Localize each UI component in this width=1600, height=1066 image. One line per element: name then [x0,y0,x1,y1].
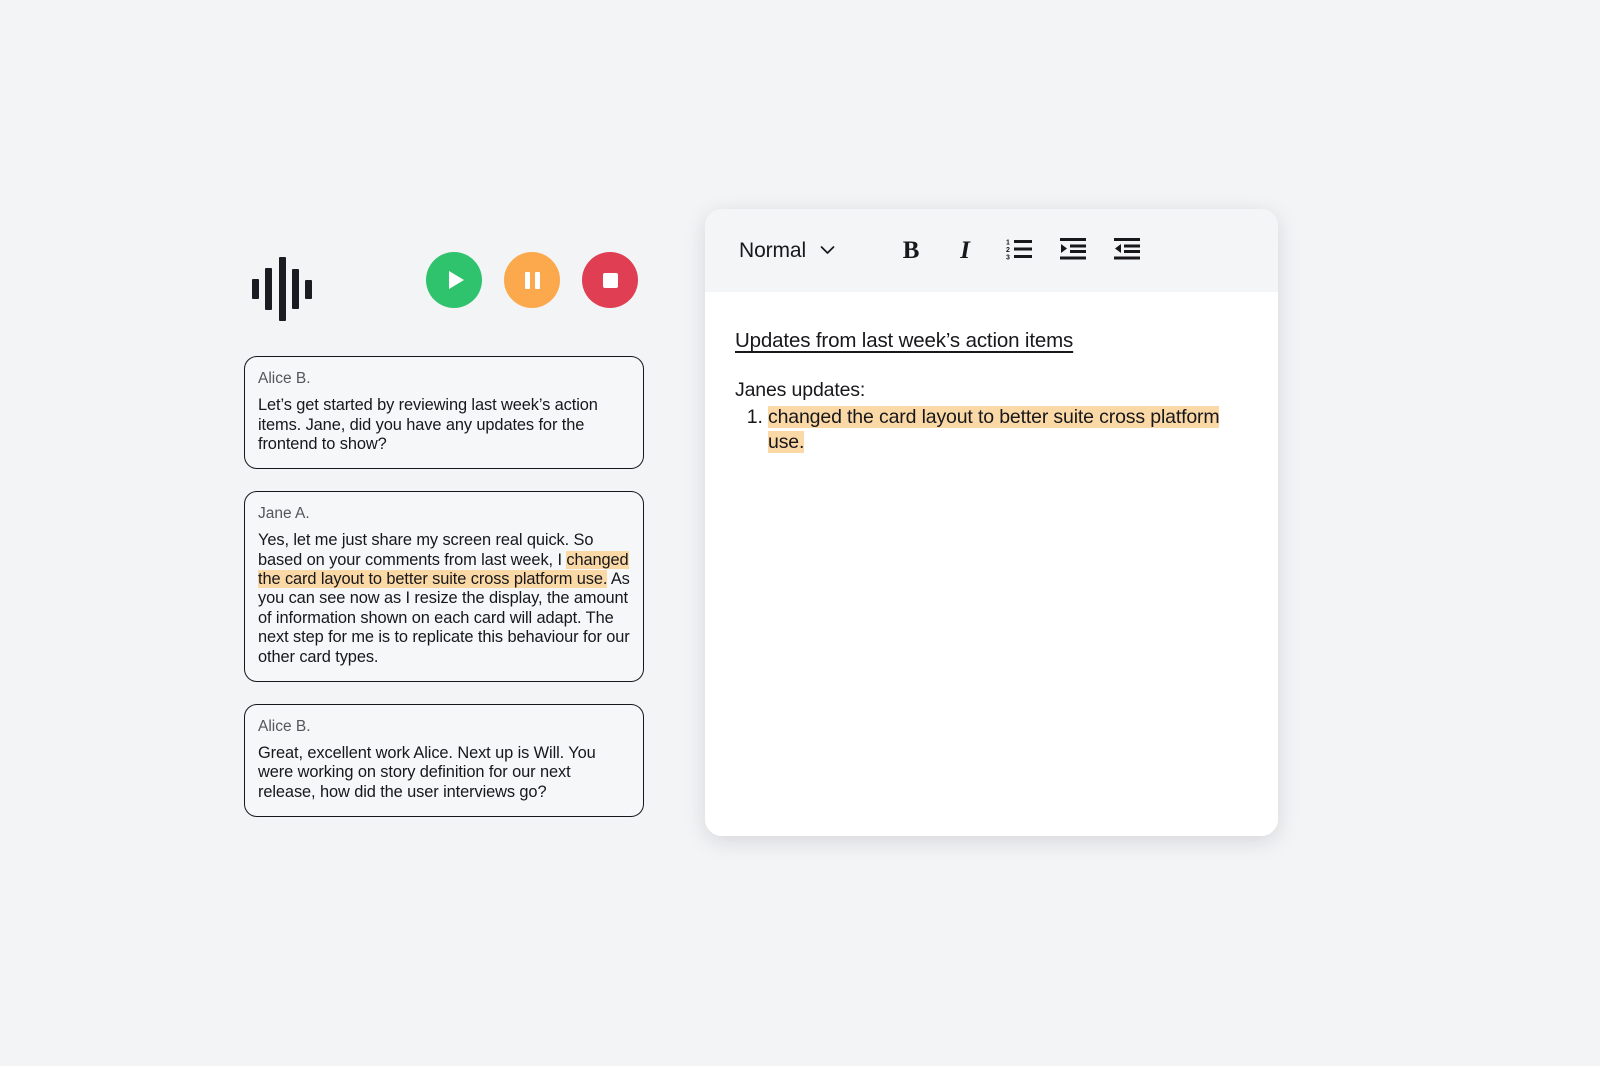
document-intro-line: Janes updates: [735,379,866,401]
italic-button[interactable]: I [946,232,984,270]
transcript-card[interactable]: Alice B. Great, excellent work Alice. Nex… [244,703,644,818]
waveform-bar [265,268,273,310]
transcript-list: Alice B. Let’s get started by reviewing l… [244,356,644,818]
indent-increase-icon [1060,237,1087,264]
speaker-name: Alice B. [258,370,311,387]
indent-decrease-icon [1114,237,1141,264]
transcript-text-segment: Great, excellent work Alice. Next up is … [258,744,596,801]
play-button[interactable] [426,252,482,308]
transcript-text-segment: Yes, let me just share my screen real qu… [258,531,594,569]
editor-content-area[interactable]: Updates from last week’s action items Ja… [705,292,1278,836]
svg-text:2: 2 [1006,247,1010,254]
outdent-button[interactable] [1108,232,1146,270]
svg-text:3: 3 [1006,255,1010,262]
bold-button[interactable]: B [892,232,930,270]
speaker-name: Jane A. [258,505,310,523]
notes-editor-panel: Normal B I 1 2 3 Updates from last week’… [705,209,1278,836]
transcript-text: Yes, let me just share my screen real qu… [258,531,630,667]
text-style-selected-label: Normal [739,238,807,262]
stop-icon [602,272,618,288]
text-style-select[interactable]: Normal [737,235,837,267]
waveform-bar [291,269,299,309]
stop-button[interactable] [582,252,638,308]
editor-toolbar: Normal B I 1 2 3 [705,209,1278,292]
waveform-bar [252,279,259,299]
italic-icon: I [960,237,970,264]
chevron-down-icon [820,243,835,258]
svg-text:1: 1 [1006,240,1010,247]
indent-button[interactable] [1054,232,1092,270]
bold-icon: B [902,237,920,264]
document-list-item: changed the card layout to better suite … [768,405,1248,456]
pause-button[interactable] [504,252,560,308]
transcript-text-segment: Let’s get started by reviewing last week… [258,396,598,453]
audio-waveform-icon [252,256,312,322]
transcript-text: Let’s get started by reviewing last week… [258,396,630,454]
waveform-bar [305,279,312,299]
highlighted-text: changed the card layout to better suite … [768,406,1220,454]
document-title: Updates from last week’s action items [735,329,1074,352]
transcript-card[interactable]: Jane A. Yes, let me just share my screen … [244,491,644,682]
audio-player-bar [244,248,644,334]
play-icon [448,271,464,289]
numbered-list-icon: 1 2 3 [1006,237,1033,264]
transcript-card[interactable]: Alice B. Let’s get started by reviewing l… [244,356,644,470]
pause-icon [524,271,540,289]
document-numbered-list: changed the card layout to better suite … [735,405,1248,456]
recording-transcript-column: Alice B. Let’s get started by reviewing l… [244,248,644,839]
speaker-name: Alice B. [258,717,311,735]
transcript-text: Great, excellent work Alice. Next up is … [258,744,630,802]
waveform-bar [278,257,286,321]
numbered-list-button[interactable]: 1 2 3 [1000,232,1038,270]
